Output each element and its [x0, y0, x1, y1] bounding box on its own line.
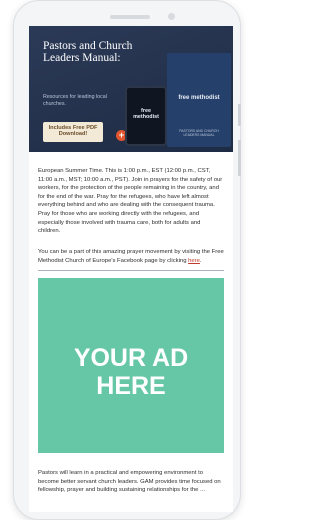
manual-book-image: free methodist PASTORS AND CHURCH LEADER…: [167, 53, 231, 147]
ad-text: YOUR AD HERE: [38, 344, 224, 400]
tablet-image: free methodist: [125, 86, 167, 146]
ad-line-1: YOUR AD: [73, 344, 189, 372]
article-paragraph-2: You can be a part of this amazing prayer…: [38, 248, 224, 265]
article-paragraph-1: European Summer Time. This is 1:00 p.m.,…: [38, 168, 223, 235]
paragraph-2-end: .: [199, 257, 202, 264]
banner-title: Pastors and Church Leaders Manual:: [43, 40, 133, 64]
ad-placeholder[interactable]: YOUR AD HERE: [38, 278, 224, 453]
facebook-here-link[interactable]: here: [188, 258, 200, 264]
book-tagline: PASTORS AND CHURCH LEADERS MANUAL: [179, 129, 219, 137]
pdf-download-badge[interactable]: Includes Free PDF Download!: [43, 122, 103, 142]
section-divider: [38, 270, 224, 271]
book-brand-text: free methodist: [178, 95, 220, 101]
manual-promo-banner[interactable]: Pastors and Church Leaders Manual: Resou…: [29, 26, 233, 152]
speaker-grille: [110, 15, 150, 19]
article-paragraph-3: Pastors will learn in a practical and em…: [38, 470, 221, 494]
email-screen: Pastors and Church Leaders Manual: Resou…: [29, 26, 233, 512]
banner-subtitle: Resources for leading local churches.: [43, 94, 107, 107]
front-camera: [168, 13, 175, 20]
tablet-brand-text: free methodist: [133, 108, 159, 120]
power-button: [238, 140, 241, 176]
volume-up-button: [238, 104, 241, 126]
ad-line-2: HERE: [96, 372, 166, 400]
